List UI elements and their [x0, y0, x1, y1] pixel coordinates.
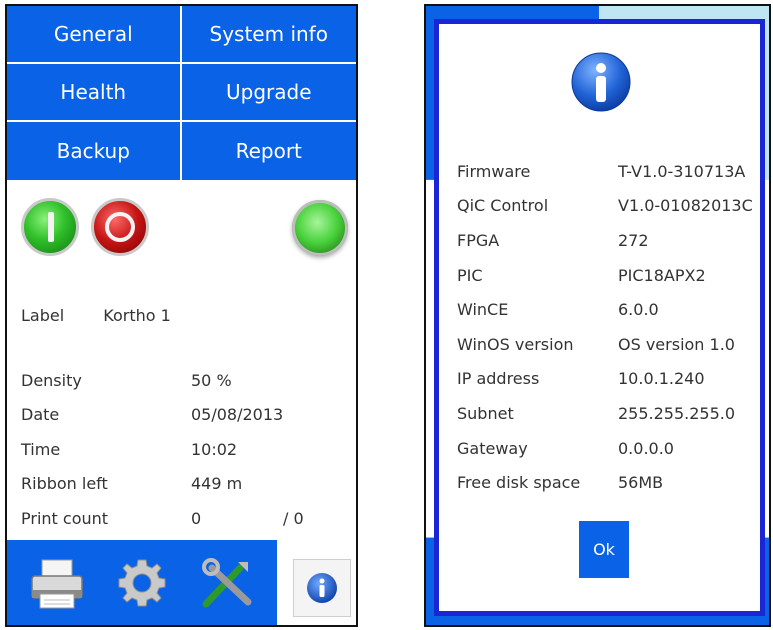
info-icon [571, 52, 631, 112]
info-value: 255.255.255.0 [618, 403, 736, 423]
status-value: 50 % [191, 370, 232, 390]
main-screen: General System info Health Upgrade Backu… [5, 4, 358, 627]
info-key: QiC Control [457, 196, 549, 216]
info-key: Firmware [457, 161, 531, 181]
system-info-dialog: Firmware T-V1.0-310713A QiC Control V1.0… [434, 19, 765, 616]
label-value: Kortho 1 [103, 306, 171, 325]
info-value: T-V1.0-310713A [618, 161, 746, 181]
label-row: Label Kortho 1 [21, 306, 171, 325]
info-key: Gateway [457, 438, 528, 458]
system-info-screen: Firmware T-V1.0-310713A QiC Control V1.0… [424, 4, 771, 627]
info-key: WinCE [457, 300, 509, 320]
status-row-print-count: Print count 0 / 0 [21, 501, 351, 536]
info-key: WinOS version [457, 334, 574, 354]
info-key: FPGA [457, 230, 500, 250]
info-key: Subnet [457, 403, 514, 423]
gear-icon[interactable] [113, 554, 171, 612]
status-value: 10:02 [191, 439, 238, 459]
status-key: Time [21, 439, 61, 459]
info-value: 10.0.1.240 [618, 369, 705, 389]
info-value: OS version 1.0 [618, 334, 735, 354]
status-key: Ribbon left [21, 474, 108, 494]
report-button[interactable]: Report [182, 122, 357, 180]
status-extra: / 0 [283, 508, 304, 528]
info-row-ip-address: IP address 10.0.1.240 [457, 362, 762, 397]
info-value: 0.0.0.0 [618, 438, 674, 458]
info-value: V1.0-01082013C [618, 196, 753, 216]
info-icon [307, 573, 337, 603]
status-row-time: Time 10:02 [21, 432, 351, 467]
status-key: Date [21, 405, 60, 425]
status-list: Density 50 % Date 05/08/2013 Time 10:02 … [21, 363, 351, 536]
stop-button[interactable] [91, 198, 149, 256]
info-row-wince: WinCE 6.0.0 [457, 292, 762, 327]
upgrade-button[interactable]: Upgrade [181, 64, 356, 122]
firmware-info-list: Firmware T-V1.0-310713A QiC Control V1.0… [457, 154, 762, 500]
info-row-winos-version: WinOS version OS version 1.0 [457, 327, 762, 362]
info-key: PIC [457, 265, 483, 285]
info-row-gateway: Gateway 0.0.0.0 [457, 431, 762, 466]
status-value: 0 [191, 508, 202, 528]
printer-icon[interactable] [28, 554, 86, 612]
info-row-free-disk-space: Free disk space 56MB [457, 465, 762, 500]
ok-button[interactable]: Ok [579, 521, 629, 578]
menu-grid: General System info Health Upgrade Backu… [7, 6, 356, 180]
system-info-button[interactable]: System info [181, 6, 356, 64]
info-value: 272 [618, 230, 649, 250]
info-value: PIC18APX2 [618, 265, 706, 285]
start-button[interactable] [21, 198, 79, 256]
info-row-pic: PIC PIC18APX2 [457, 258, 762, 293]
status-key: Density [21, 370, 82, 390]
info-value: 6.0.0 [618, 300, 659, 320]
info-key: IP address [457, 369, 540, 389]
status-row-ribbon: Ribbon left 449 m [21, 467, 351, 502]
health-button[interactable]: Health [7, 64, 182, 122]
info-row-subnet: Subnet 255.255.255.0 [457, 396, 762, 431]
backup-button[interactable]: Backup [7, 122, 182, 180]
status-led-icon [292, 200, 348, 256]
status-key: Print count [21, 508, 109, 528]
status-row-density: Density 50 % [21, 363, 351, 398]
general-button[interactable]: General [7, 6, 182, 64]
info-value: 56MB [618, 473, 664, 493]
label-key: Label [21, 306, 65, 325]
status-value: 05/08/2013 [191, 405, 284, 425]
bottom-toolbar [7, 540, 277, 625]
tools-icon[interactable] [198, 554, 256, 612]
info-button[interactable] [293, 559, 351, 617]
info-key: Free disk space [457, 473, 581, 493]
status-value: 449 m [191, 474, 243, 494]
status-row-date: Date 05/08/2013 [21, 398, 351, 433]
info-row-fpga: FPGA 272 [457, 223, 762, 258]
info-row-firmware: Firmware T-V1.0-310713A [457, 154, 762, 189]
control-row [7, 180, 356, 280]
info-row-qic-control: QiC Control V1.0-01082013C [457, 189, 762, 224]
